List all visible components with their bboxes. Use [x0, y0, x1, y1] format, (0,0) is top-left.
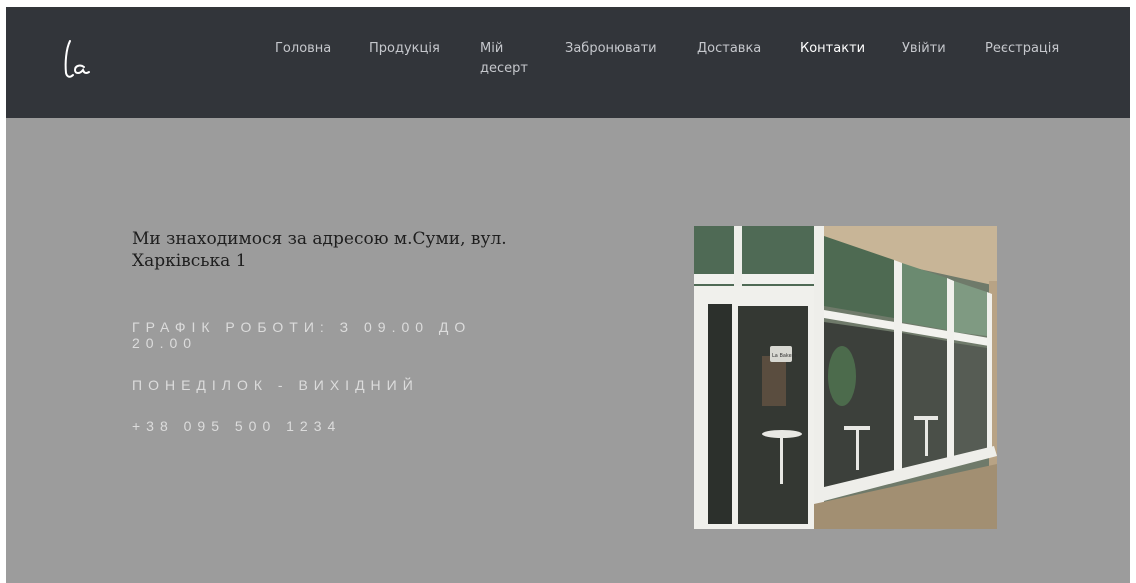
nav-item-register[interactable]: Реєстрація	[985, 39, 1059, 59]
nav-item-login[interactable]: Увійти	[902, 39, 946, 59]
contact-schedule: ГРАФІК РОБОТИ: З 09.00 ДО 20.00	[132, 319, 472, 351]
nav-item-home[interactable]: Головна	[275, 39, 331, 59]
navbar: Головна Продукція Мій десерт Забронювати…	[6, 7, 1130, 118]
photo-sign-text: La Bakery	[772, 353, 797, 359]
nav-item-my-dessert[interactable]: Мій десерт	[480, 39, 532, 79]
nav-item-products[interactable]: Продукція	[369, 39, 440, 59]
cafe-storefront-photo: La Bakery	[694, 226, 997, 529]
contact-phone[interactable]: +38 095 500 1234	[132, 418, 341, 434]
logo-icon[interactable]	[60, 37, 96, 81]
nav-item-contacts[interactable]: Контакти	[800, 39, 865, 59]
page-frame: Головна Продукція Мій десерт Забронювати…	[6, 7, 1130, 583]
contact-day-off: ПОНЕДІЛОК - ВИХІДНИЙ	[132, 377, 419, 393]
contact-address: Ми знаходимося за адресою м.Суми, вул. Х…	[132, 229, 507, 271]
nav-item-delivery[interactable]: Доставка	[697, 39, 761, 59]
nav-item-booking[interactable]: Забронювати	[565, 39, 657, 59]
